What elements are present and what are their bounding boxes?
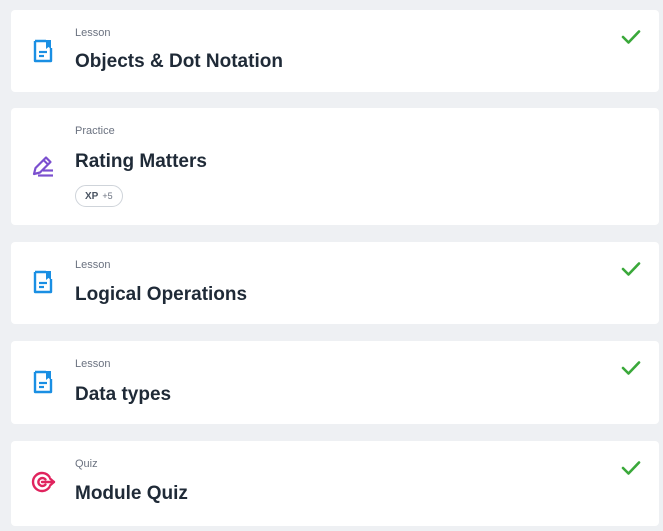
item-title: Module Quiz [75,483,188,504]
check-icon [621,361,641,375]
lesson-document-icon [33,270,53,294]
check-icon [621,461,641,475]
practice-card-rating-matters[interactable]: Practice Rating Matters XP +5 [11,108,659,225]
pencil-lines-icon [32,156,53,177]
xp-label: XP [85,190,99,202]
lesson-document-icon [33,370,53,394]
xp-value: +5 [102,191,113,201]
item-type-label: Quiz [75,458,98,470]
quiz-card-module-quiz[interactable]: Quiz Module Quiz [11,441,659,526]
item-title: Objects & Dot Notation [75,51,283,72]
item-type-label: Lesson [75,259,111,271]
lesson-document-icon [33,39,53,63]
item-title: Data types [75,384,172,405]
item-type-label: Lesson [75,27,111,39]
item-type-label: Lesson [75,358,111,370]
check-icon [621,30,641,44]
lesson-card-objects-dot-notation[interactable]: Lesson Objects & Dot Notation [11,10,659,92]
item-title: Rating Matters [75,151,207,172]
item-title: Logical Operations [75,284,248,305]
xp-badge: XP +5 [75,185,123,207]
lesson-card-data-types[interactable]: Lesson Data types [11,341,659,424]
check-icon [621,262,641,276]
lesson-card-logical-operations[interactable]: Lesson Logical Operations [11,242,659,324]
item-type-label: Practice [75,125,115,137]
target-arrow-icon [31,471,56,493]
